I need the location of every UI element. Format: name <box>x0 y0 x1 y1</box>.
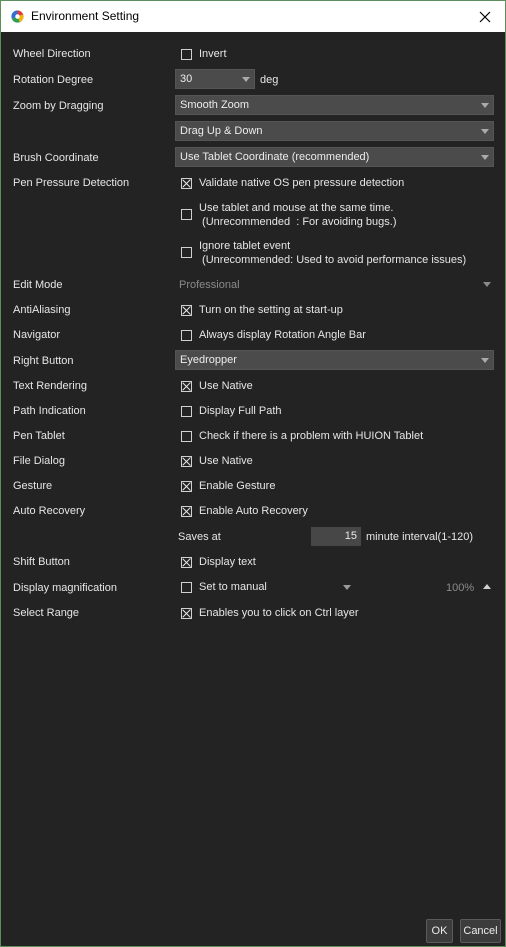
magnification-value: 100% <box>446 582 475 594</box>
antialiasing-label: AntiAliasing <box>13 304 71 316</box>
select-range-checkbox-label: Enables you to click on Ctrl layer <box>199 607 359 619</box>
path-indication-checkbox[interactable] <box>181 406 192 417</box>
cancel-button[interactable]: Cancel <box>460 919 501 943</box>
title-bar: Environment Setting <box>1 1 505 32</box>
edit-mode-value[interactable]: Professional <box>179 278 240 292</box>
brush-coordinate-value: Use Tablet Coordinate (recommended) <box>180 151 370 163</box>
set-to-manual-checkbox[interactable] <box>181 582 192 593</box>
pen-pressure-option-1[interactable]: Validate native OS pen pressure detectio… <box>181 176 404 190</box>
auto-recovery-checkbox-label: Enable Auto Recovery <box>199 505 308 517</box>
path-indication-checkbox-row[interactable]: Display Full Path <box>181 404 282 418</box>
window-title: Environment Setting <box>31 9 140 23</box>
select-range-checkbox[interactable] <box>181 608 192 619</box>
close-icon <box>479 11 491 22</box>
rotation-degree-label: Rotation Degree <box>13 74 94 86</box>
invert-checkbox-label: Invert <box>199 48 227 60</box>
pen-pressure-label: Pen Pressure Detection <box>13 177 130 189</box>
set-to-manual-label: Set to manual <box>199 581 267 593</box>
pen-tablet-checkbox-row[interactable]: Check if there is a problem with HUION T… <box>181 429 423 443</box>
select-range-checkbox-row[interactable]: Enables you to click on Ctrl layer <box>181 606 359 620</box>
pen-pressure-option-2[interactable]: Use tablet and mouse at the same time. (… <box>181 201 396 229</box>
text-rendering-label: Text Rendering <box>13 380 87 392</box>
auto-recovery-checkbox-row[interactable]: Enable Auto Recovery <box>181 504 308 518</box>
tablet-mouse-label: Use tablet and mouse at the same time. (… <box>199 202 397 228</box>
auto-recovery-label: Auto Recovery <box>13 505 86 517</box>
file-dialog-checkbox-label: Use Native <box>199 455 253 467</box>
zoom-direction-dropdown[interactable]: Drag Up & Down <box>175 121 494 141</box>
select-range-label: Select Range <box>13 607 80 619</box>
file-dialog-checkbox-row[interactable]: Use Native <box>181 454 253 468</box>
validate-native-checkbox[interactable] <box>181 178 192 189</box>
app-icon <box>11 10 24 23</box>
validate-native-label: Validate native OS pen pressure detectio… <box>199 177 405 189</box>
right-button-value: Eyedropper <box>180 354 237 366</box>
chevron-down-icon <box>242 77 250 82</box>
chevron-down-icon <box>481 129 489 134</box>
recovery-interval-input[interactable]: 15 <box>311 527 361 546</box>
ok-button[interactable]: OK <box>426 919 453 943</box>
recovery-interval-suffix: minute interval(1-120) <box>366 531 473 543</box>
path-indication-checkbox-label: Display Full Path <box>199 405 282 417</box>
auto-recovery-checkbox[interactable] <box>181 506 192 517</box>
shift-button-checkbox[interactable] <box>181 557 192 568</box>
navigator-checkbox-row[interactable]: Always display Rotation Angle Bar <box>181 328 366 342</box>
display-magnification-label: Display magnification <box>13 582 117 594</box>
zoom-by-dragging-label: Zoom by Dragging <box>13 100 104 112</box>
tablet-mouse-checkbox[interactable] <box>181 209 192 220</box>
ignore-tablet-label: Ignore tablet event (Unrecommended: Used… <box>199 240 467 266</box>
navigator-checkbox[interactable] <box>181 330 192 341</box>
rotation-degree-dropdown[interactable]: 30 <box>175 69 255 89</box>
brush-coordinate-dropdown[interactable]: Use Tablet Coordinate (recommended) <box>175 147 494 167</box>
antialiasing-checkbox-label: Turn on the setting at start-up <box>199 304 343 316</box>
text-rendering-checkbox[interactable] <box>181 381 192 392</box>
wheel-direction-label: Wheel Direction <box>13 48 91 60</box>
display-magnification-checkbox-row[interactable]: Set to manual <box>181 580 267 594</box>
file-dialog-checkbox[interactable] <box>181 456 192 467</box>
shift-button-checkbox-row[interactable]: Display text <box>181 555 256 569</box>
right-button-label: Right Button <box>13 355 74 367</box>
navigator-checkbox-label: Always display Rotation Angle Bar <box>199 329 366 341</box>
text-rendering-checkbox-row[interactable]: Use Native <box>181 379 253 393</box>
gesture-checkbox[interactable] <box>181 481 192 492</box>
file-dialog-label: File Dialog <box>13 455 65 467</box>
pen-pressure-option-3[interactable]: Ignore tablet event (Unrecommended: Used… <box>181 239 466 267</box>
edit-mode-chevron-icon[interactable] <box>483 282 491 287</box>
pen-tablet-label: Pen Tablet <box>13 430 65 442</box>
invert-checkbox[interactable] <box>181 49 192 60</box>
gesture-checkbox-row[interactable]: Enable Gesture <box>181 479 275 493</box>
navigator-label: Navigator <box>13 329 61 341</box>
saves-at-label: Saves at <box>178 531 221 543</box>
close-button[interactable] <box>465 1 505 32</box>
text-rendering-checkbox-label: Use Native <box>199 380 253 392</box>
path-indication-label: Path Indication <box>13 405 86 417</box>
zoom-mode-dropdown[interactable]: Smooth Zoom <box>175 95 494 115</box>
magnification-chevron-down-icon[interactable] <box>343 585 351 590</box>
antialiasing-checkbox[interactable] <box>181 305 192 316</box>
rotation-degree-value: 30 <box>180 73 193 85</box>
zoom-mode-value: Smooth Zoom <box>180 99 250 111</box>
pen-tablet-checkbox[interactable] <box>181 431 192 442</box>
edit-mode-label: Edit Mode <box>13 279 63 291</box>
shift-button-checkbox-label: Display text <box>199 556 256 568</box>
gesture-checkbox-label: Enable Gesture <box>199 480 276 492</box>
shift-button-label: Shift Button <box>13 556 70 568</box>
right-button-dropdown[interactable]: Eyedropper <box>175 350 494 370</box>
chevron-down-icon <box>481 103 489 108</box>
gesture-label: Gesture <box>13 480 53 492</box>
pen-tablet-checkbox-label: Check if there is a problem with HUION T… <box>199 430 424 442</box>
chevron-down-icon <box>481 358 489 363</box>
chevron-down-icon <box>481 155 489 160</box>
rotation-degree-unit: deg <box>260 74 279 86</box>
brush-coordinate-label: Brush Coordinate <box>13 152 99 164</box>
zoom-direction-value: Drag Up & Down <box>180 125 263 137</box>
magnification-chevron-up-icon[interactable] <box>483 584 491 589</box>
environment-setting-dialog: Environment Setting Wheel Direction Inve… <box>0 0 506 947</box>
antialiasing-checkbox-row[interactable]: Turn on the setting at start-up <box>181 303 343 317</box>
invert-checkbox-row[interactable]: Invert <box>181 47 227 61</box>
ignore-tablet-checkbox[interactable] <box>181 247 192 258</box>
